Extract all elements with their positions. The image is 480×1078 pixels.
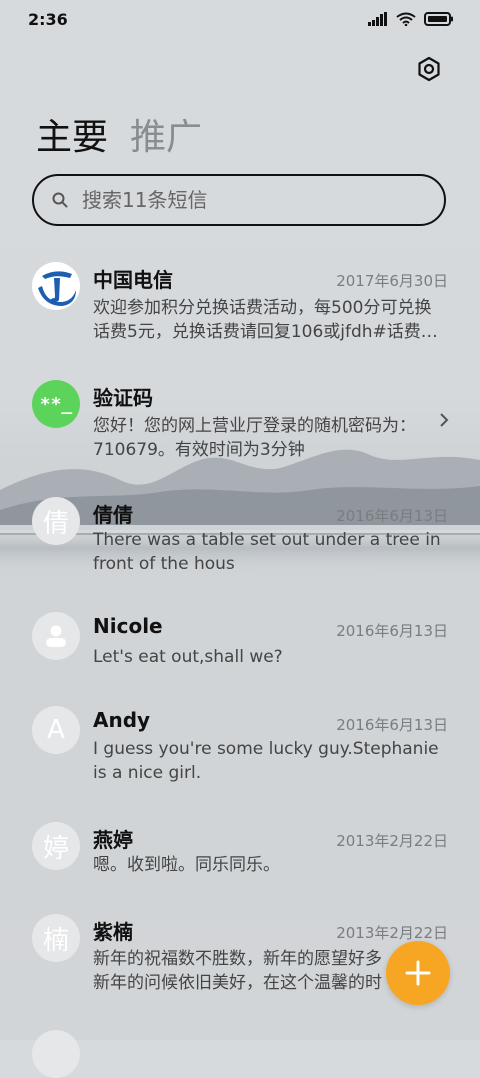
china-telecom-logo-icon [32,262,80,310]
tab-promotions[interactable]: 推广 [130,108,202,160]
new-message-button[interactable] [386,941,450,1005]
preview-line: Let's eat out,shall we? [93,647,283,667]
conversation-name: 验证码 [93,386,153,410]
settings-button[interactable] [416,56,442,82]
search-icon [52,192,68,208]
preview-line: 新年的问候依旧美好，在这个温馨的时 [93,973,382,993]
preview-line: 您好！您的网上营业厅登录的随机密码为： [93,416,416,436]
avatar: A [32,706,80,754]
search-input[interactable] [80,187,404,213]
conversation-name: 紫楠 [93,920,133,944]
conversation-preview: I guess you're some lucky guy.Stephanie … [93,737,448,785]
conversation-preview: 新年的祝福数不胜数，新年的愿望好多 新年的问候依旧美好，在这个温馨的时 [93,947,393,995]
conversation-date: 2016年6月13日 [336,716,448,734]
conversation-preview: Let's eat out,shall we? [93,645,448,669]
preview-line: There was a table set out under a tree i… [93,530,441,550]
avatar [32,1030,80,1078]
status-bar: 2:36 [0,0,480,40]
conversation-item-nicole[interactable]: Nicole 2016年6月13日 Let's eat out,shall we… [0,610,480,690]
conversation-preview: 嗯。收到啦。同乐同乐。 [93,853,448,877]
preview-line: I guess you're some lucky guy.Stephanie [93,739,439,759]
preview-line: 710679。有效时间为3分钟 [93,440,305,460]
verification-avatar: **_ [32,380,80,428]
preview-line: front of the hous [93,554,235,574]
conversation-date: 2013年2月22日 [336,832,448,850]
conversation-preview: 您好！您的网上营业厅登录的随机密码为： 710679。有效时间为3分钟 [93,414,423,462]
conversation-item-andy[interactable]: A Andy 2016年6月13日 I guess you're some lu… [0,704,480,804]
preview-line: 欢迎参加积分兑换话费活动，每500分可兑换 [93,298,432,318]
conversation-name: 中国电信 [93,268,173,292]
conversation-date: 2016年6月13日 [336,507,448,525]
conversation-name: 倩倩 [93,503,133,527]
conversation-name: Nicole [93,614,163,638]
avatar: 婷 [32,822,80,870]
wifi-icon [396,12,416,26]
preview-line: is a nice girl. [93,763,202,783]
conversation-item-ziling[interactable] [0,1028,480,1078]
preview-line: 话费5元，兑换话费请回复106或jfdh#话费… [93,322,438,342]
person-icon [46,625,66,647]
conversation-date: 2016年6月13日 [336,622,448,640]
conversation-preview: There was a table set out under a tree i… [93,528,448,576]
chevron-right-icon[interactable] [438,412,450,428]
avatar: 楠 [32,914,80,962]
battery-icon [424,12,453,26]
preview-line: 嗯。收到啦。同乐同乐。 [93,855,280,875]
tab-main[interactable]: 主要 [36,108,108,160]
avatar [32,612,80,660]
signal-icon [368,12,387,26]
conversation-date: 2013年2月22日 [336,924,448,942]
conversation-item-yanting[interactable]: 婷 燕婷 2013年2月22日 嗯。收到啦。同乐同乐。 [0,820,480,900]
search-bar[interactable] [32,174,446,226]
conversation-item-qianqian[interactable]: 倩 倩倩 2016年6月13日 There was a table set ou… [0,493,480,593]
conversation-item-china-telecom[interactable]: 中国电信 2017年6月30日 欢迎参加积分兑换话费活动，每500分可兑换 话费… [0,258,480,358]
conversation-name: Andy [93,708,151,732]
status-time: 2:36 [28,10,68,29]
conversation-item-verification-code[interactable]: **_ 验证码 您好！您的网上营业厅登录的随机密码为： 710679。有效时间为… [0,376,480,476]
conversation-date: 2017年6月30日 [336,272,448,290]
tab-bar: 主要 推广 [36,108,202,160]
conversation-preview: 欢迎参加积分兑换话费活动，每500分可兑换 话费5元，兑换话费请回复106或jf… [93,296,448,344]
plus-icon [405,960,431,986]
preview-line: 新年的祝福数不胜数，新年的愿望好多 [93,949,382,969]
conversation-name: 燕婷 [93,828,133,852]
avatar: 倩 [32,497,80,545]
settings-hexagon-icon [418,56,440,82]
status-icons [368,12,454,26]
